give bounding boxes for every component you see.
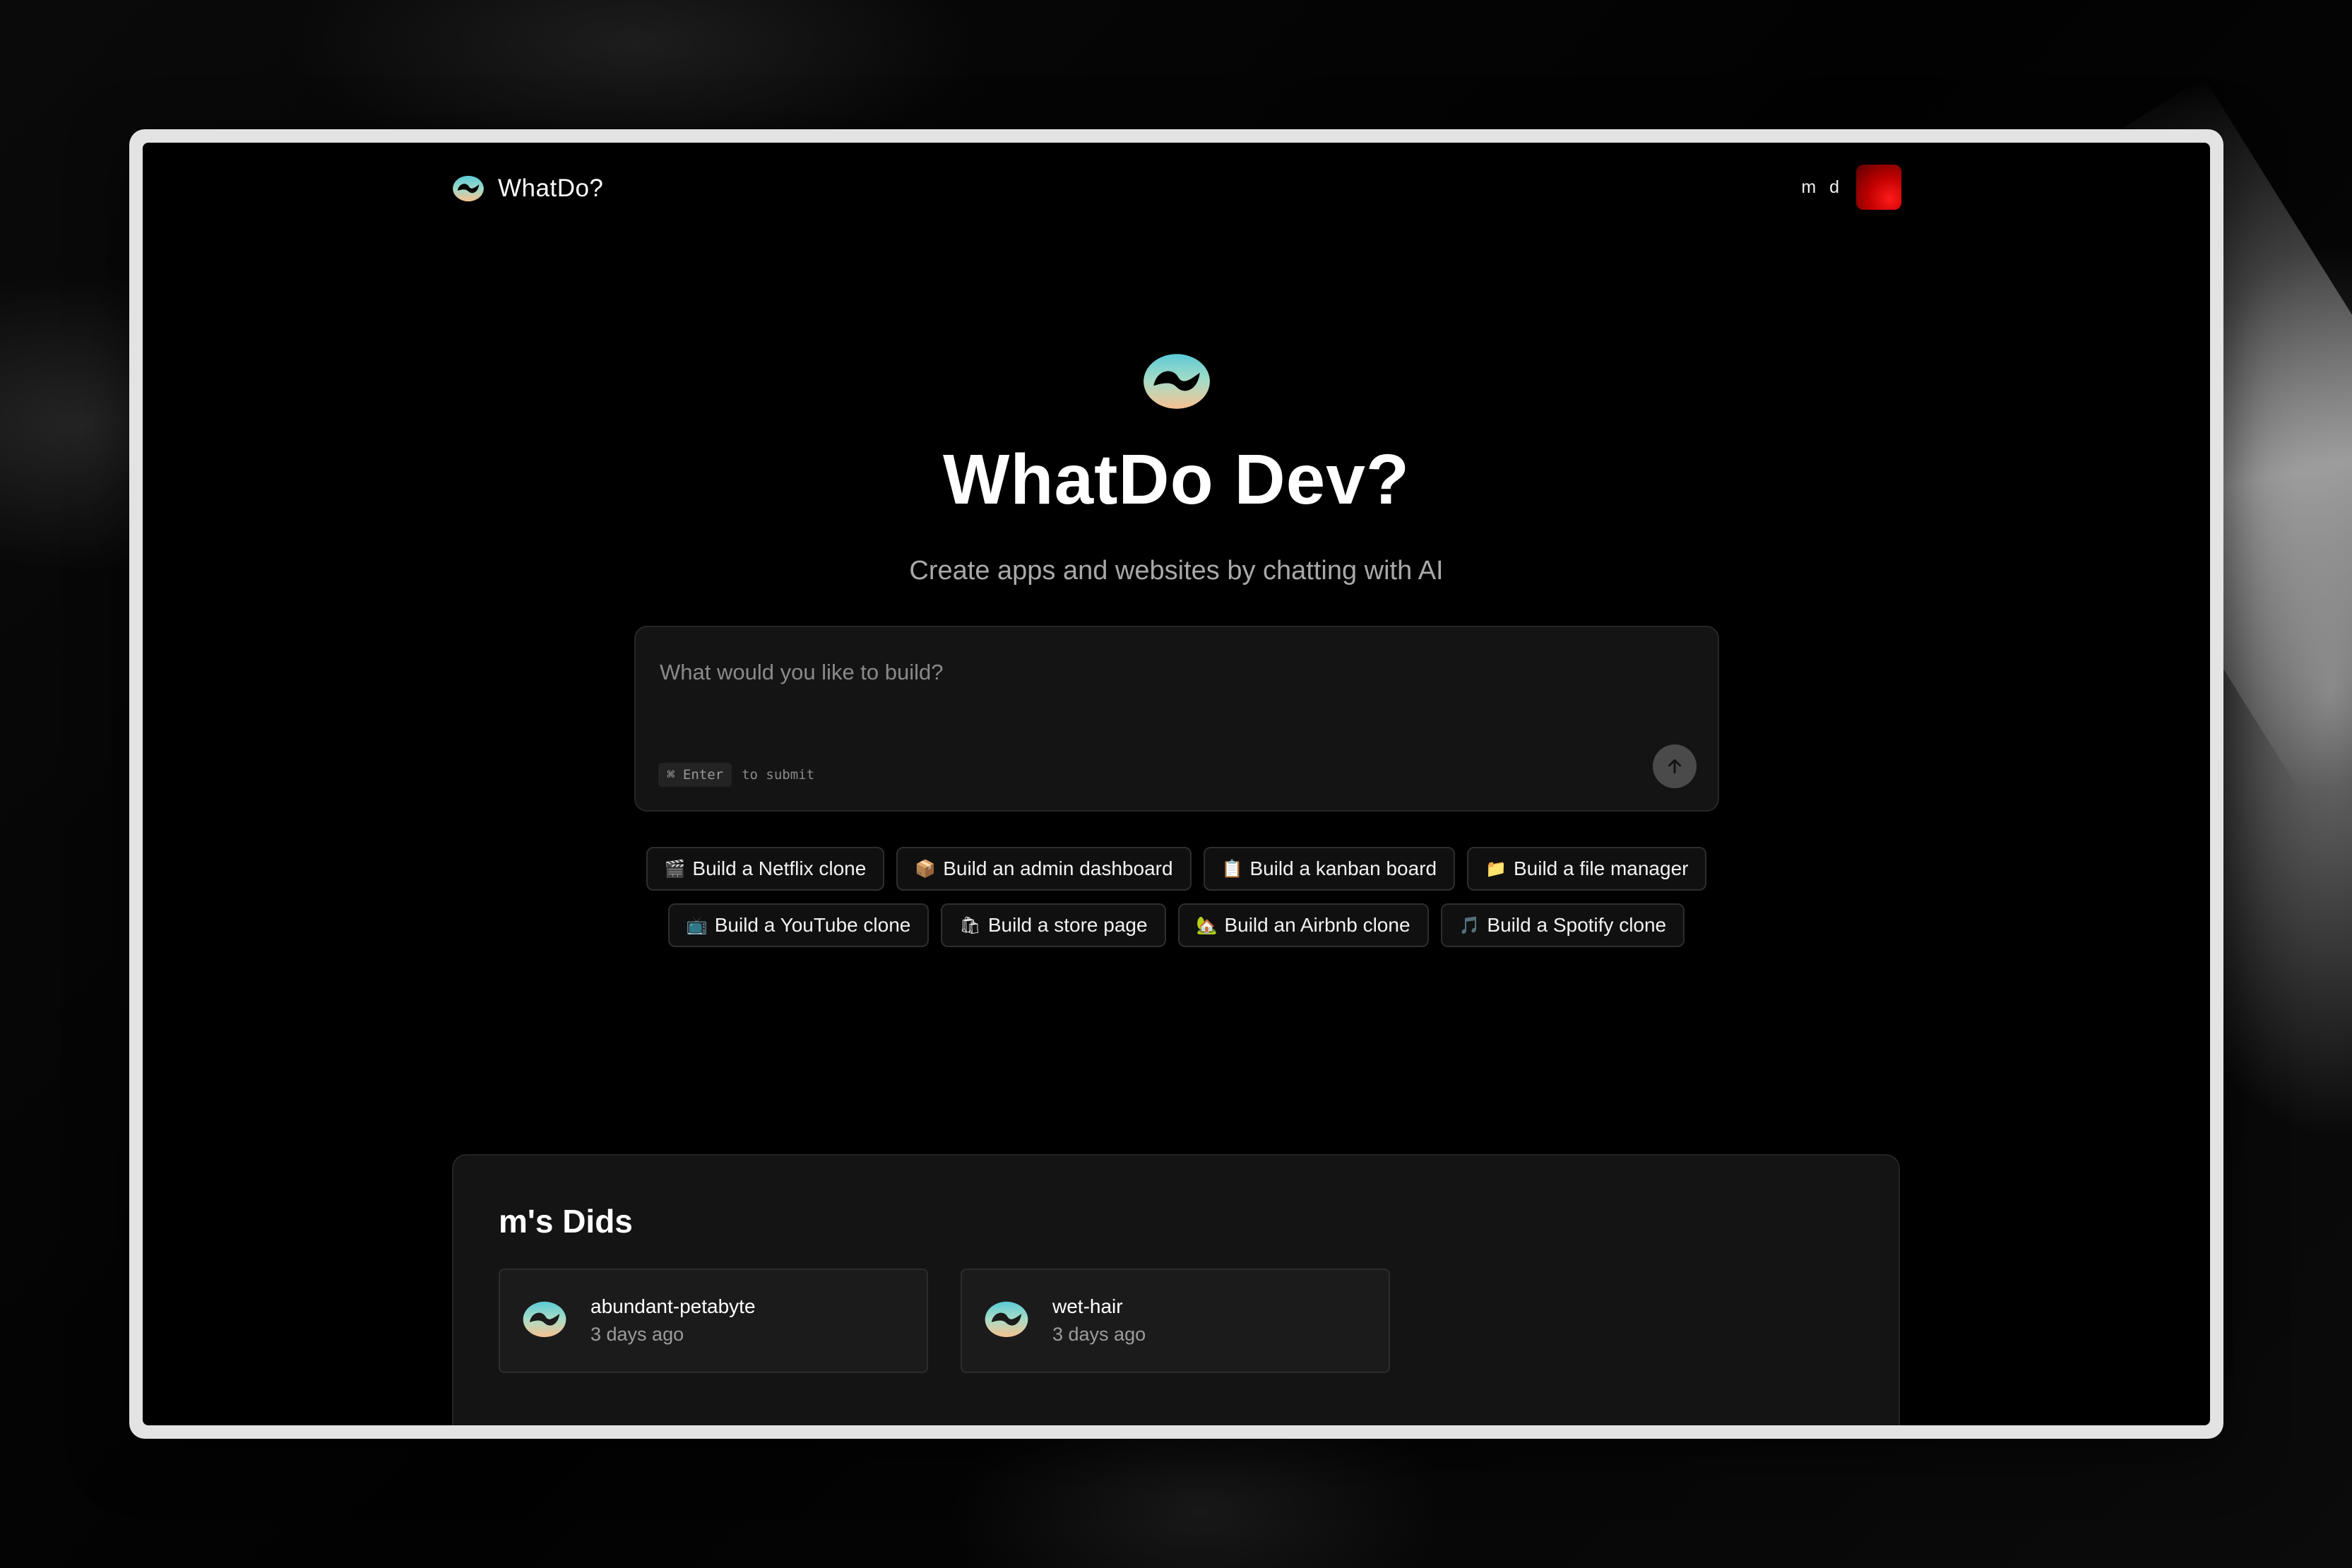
suggestion-spotify-clone[interactable]: 🎵 Build a Spotify clone <box>1440 903 1685 947</box>
music-note-icon: 🎵 <box>1459 915 1480 935</box>
did-card-wet-hair[interactable]: wet-hair 3 days ago <box>961 1269 1390 1373</box>
page-title: WhatDo Dev? <box>943 440 1410 519</box>
suggestion-file-manager[interactable]: 📁 Build a file manager <box>1467 847 1707 891</box>
house-icon: 🏡 <box>1196 915 1218 935</box>
prompt-input[interactable] <box>658 654 1579 691</box>
suggestions-row-2: 📺 Build a YouTube clone 🛍 Build a store … <box>143 903 2210 947</box>
suggestion-label: Build a YouTube clone <box>714 914 911 936</box>
did-name: abundant-petabyte <box>590 1295 756 1317</box>
user-menu[interactable]: m d <box>1801 164 1901 210</box>
user-initials: m d <box>1801 177 1843 197</box>
brand[interactable]: WhatDo? <box>451 171 603 206</box>
suggestion-store-page[interactable]: 🛍 Build a store page <box>941 903 1166 947</box>
arrow-up-icon <box>1668 759 1681 774</box>
suggestion-label: Build a kanban board <box>1249 857 1437 879</box>
prompt-box: ⌘ Enter to submit <box>634 626 1719 812</box>
shopping-bag-icon: 🛍 <box>959 915 981 935</box>
suggestion-label: Build a Spotify clone <box>1487 914 1667 936</box>
suggestion-admin-dashboard[interactable]: 📦 Build an admin dashboard <box>896 847 1192 891</box>
hero-logo-icon <box>1144 354 1210 409</box>
package-icon: 📦 <box>915 859 937 879</box>
brand-name: WhatDo? <box>498 174 604 202</box>
app-window: WhatDo? m d WhatDo Dev? Create apps and … <box>143 143 2210 1425</box>
clipboard-icon: 📋 <box>1221 859 1243 879</box>
page-subtitle: Create apps and websites by chatting wit… <box>909 556 1444 586</box>
suggestion-kanban-board[interactable]: 📋 Build a kanban board <box>1203 847 1456 891</box>
suggestion-label: Build a Netflix clone <box>692 857 867 879</box>
enter-key-badge: ⌘ Enter <box>658 763 732 787</box>
clapper-icon: 🎬 <box>664 859 686 879</box>
suggestion-airbnb-clone[interactable]: 🏡 Build an Airbnb clone <box>1177 903 1429 947</box>
submit-button[interactable] <box>1653 744 1697 788</box>
folder-icon: 📁 <box>1485 859 1507 879</box>
suggestions-row-1: 🎬 Build a Netflix clone 📦 Build an admin… <box>143 847 2210 891</box>
suggestion-label: Build a file manager <box>1513 857 1689 879</box>
suggestion-netflix-clone[interactable]: 🎬 Build a Netflix clone <box>646 847 885 891</box>
submit-hint-text: to submit <box>742 767 815 783</box>
suggestion-youtube-clone[interactable]: 📺 Build a YouTube clone <box>667 903 929 947</box>
did-logo-icon <box>985 1301 1028 1338</box>
did-logo-icon <box>523 1301 566 1338</box>
television-icon: 📺 <box>686 915 708 935</box>
dids-title: m's Dids <box>499 1203 633 1240</box>
suggestion-label: Build an Airbnb clone <box>1224 914 1410 936</box>
dids-panel: m's Dids abundant-petabyte 3 days ago we… <box>452 1154 1900 1425</box>
did-time: 3 days ago <box>590 1324 684 1345</box>
did-name: wet-hair <box>1052 1295 1123 1317</box>
avatar[interactable] <box>1856 165 1901 210</box>
submit-hint: ⌘ Enter to submit <box>658 763 814 787</box>
suggestion-label: Build a store page <box>987 914 1148 936</box>
did-card-abundant-petabyte[interactable]: abundant-petabyte 3 days ago <box>499 1269 928 1373</box>
suggestion-label: Build an admin dashboard <box>943 857 1173 879</box>
did-time: 3 days ago <box>1052 1324 1146 1345</box>
whatdo-logo-icon <box>453 175 484 202</box>
